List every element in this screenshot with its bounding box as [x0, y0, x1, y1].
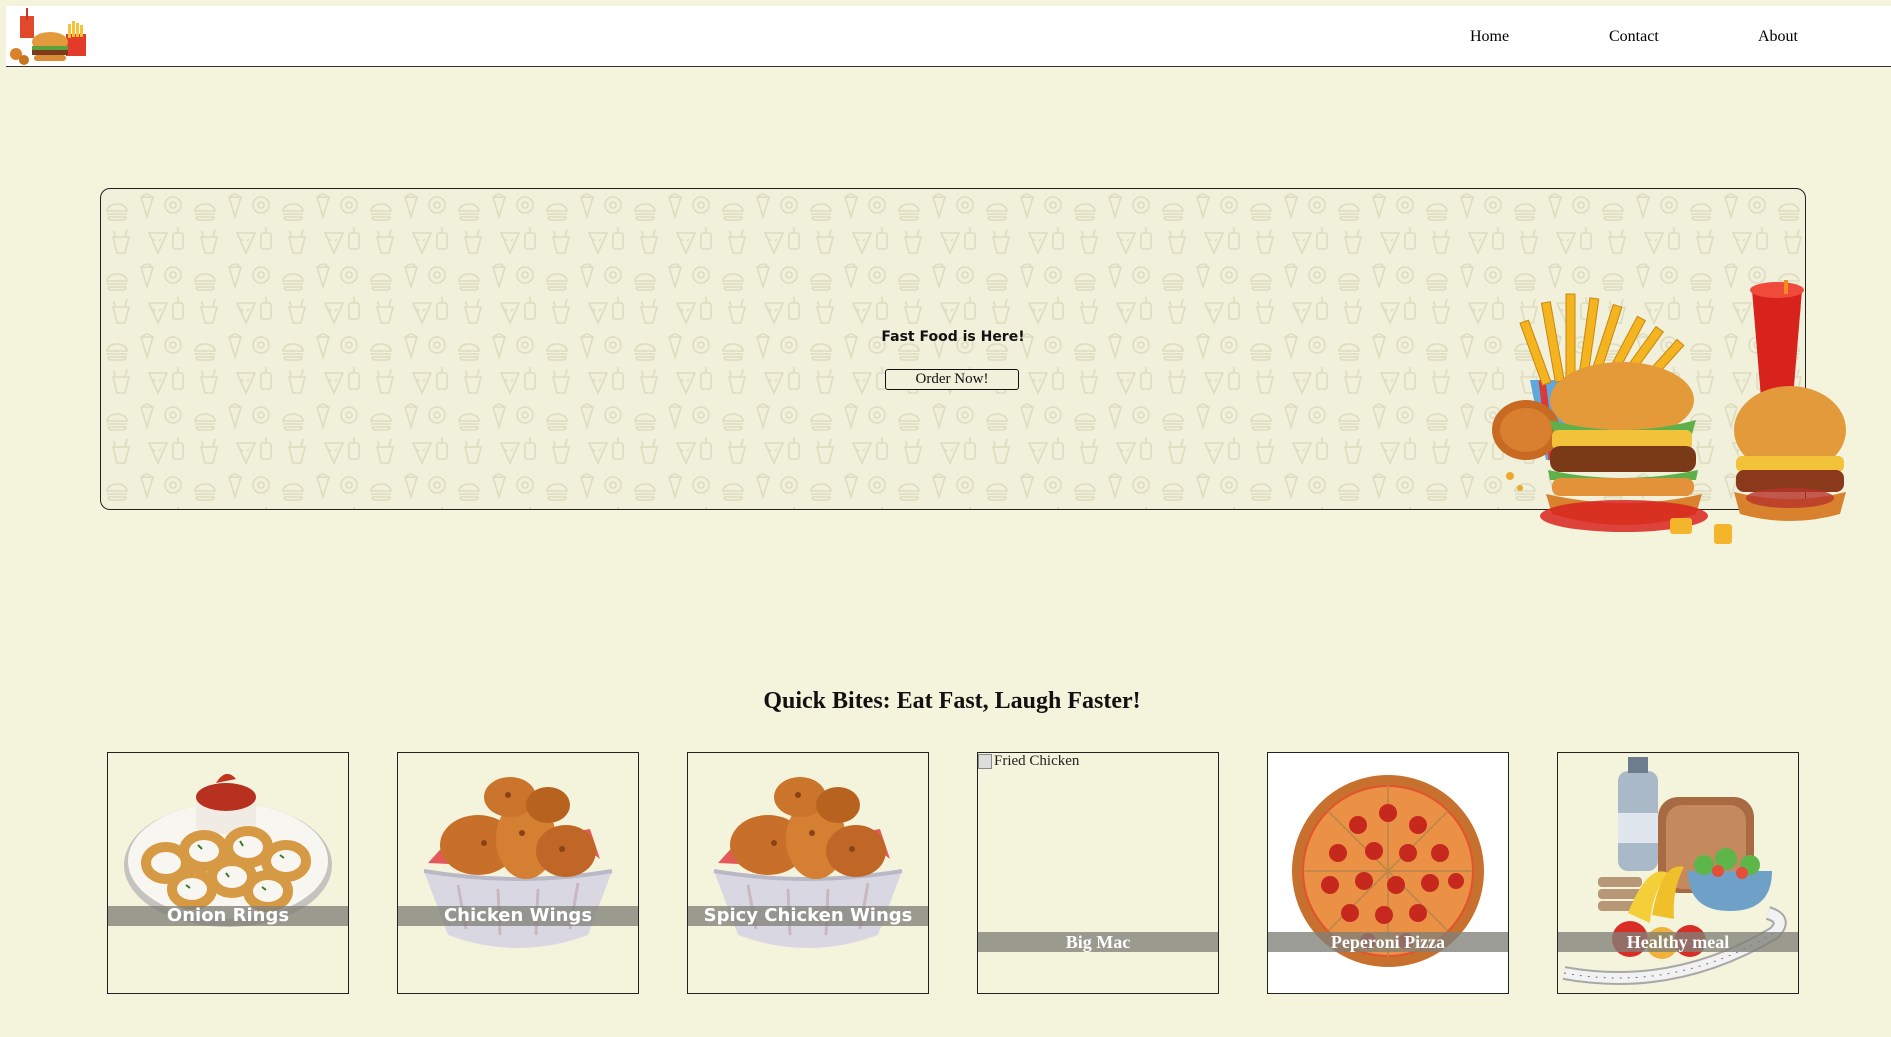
pizza-image: [1292, 775, 1484, 967]
menu-card-onion-rings[interactable]: Onion Rings: [107, 752, 349, 994]
onion-rings-image: [124, 773, 332, 927]
navbar: Home Contact About: [6, 6, 1891, 67]
menu-card-peperoni-pizza[interactable]: Peperoni Pizza: [1267, 752, 1509, 994]
fast-food-illustration: [1492, 280, 1846, 544]
spicy-chicken-wings-image: [713, 777, 903, 948]
card-label: Spicy Chicken Wings: [688, 906, 928, 926]
logo-icon[interactable]: [6, 6, 91, 66]
order-now-button[interactable]: Order Now!: [885, 369, 1019, 390]
menu-card-healthy-meal[interactable]: Healthy meal: [1557, 752, 1799, 994]
broken-image-icon: [978, 754, 992, 769]
broken-image-placeholder: Fried Chicken: [978, 753, 1079, 770]
nav-link-home[interactable]: Home: [1470, 28, 1509, 46]
menu-card-chicken-wings[interactable]: Chicken Wings: [397, 752, 639, 994]
section-title: Quick Bites: Eat Fast, Laugh Faster!: [763, 688, 1141, 714]
menu-card-spicy-chicken-wings[interactable]: Spicy Chicken Wings: [687, 752, 929, 994]
menu-card-big-mac[interactable]: Fried Chicken Big Mac: [977, 752, 1219, 994]
nav-link-about[interactable]: About: [1758, 28, 1798, 46]
card-label: Big Mac: [978, 932, 1218, 952]
chicken-wings-image: [423, 777, 613, 948]
image-alt-text: Fried Chicken: [994, 753, 1080, 769]
card-label: Onion Rings: [108, 906, 348, 926]
nav-link-contact[interactable]: Contact: [1609, 28, 1659, 46]
card-label: Healthy meal: [1558, 932, 1798, 952]
card-label: Peperoni Pizza: [1268, 932, 1508, 952]
card-label: Chicken Wings: [398, 906, 638, 926]
healthy-meal-image: [1562, 757, 1787, 985]
